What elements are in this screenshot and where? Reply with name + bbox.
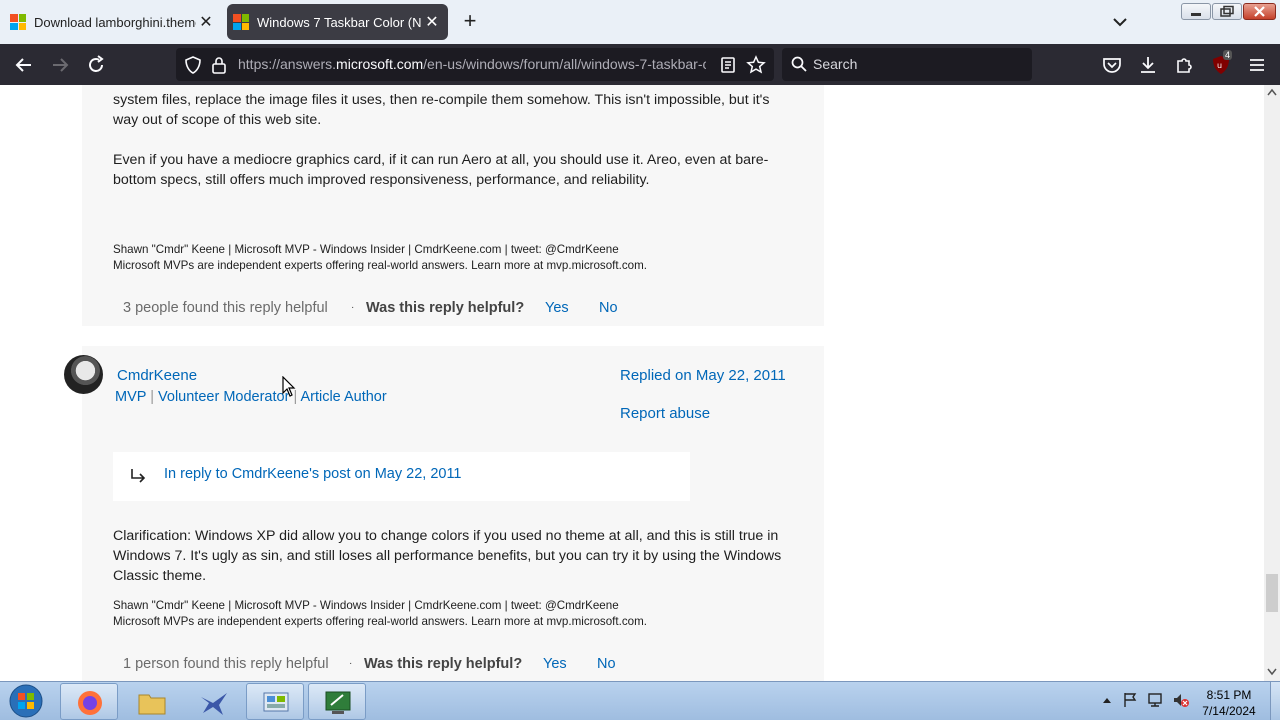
helpful-yes-button[interactable]: Yes	[545, 300, 569, 316]
reader-view-icon[interactable]	[720, 56, 736, 74]
mouse-cursor-icon	[282, 376, 296, 397]
url-domain: microsoft.com	[336, 56, 424, 72]
helpful-no-button[interactable]: No	[597, 656, 616, 672]
author-name[interactable]: CmdrKeene	[117, 367, 197, 384]
signature-line: Shawn "Cmdr" Keene | Microsoft MVP - Win…	[113, 243, 619, 256]
navigation-toolbar: https://answers.microsoft.com/en-us/wind…	[0, 44, 1280, 85]
downloads-icon[interactable]	[1136, 53, 1160, 77]
clock-date: 7/14/2024	[1202, 704, 1256, 718]
window-minimize-button[interactable]	[1181, 3, 1211, 20]
search-bar[interactable]: Search	[782, 48, 1032, 81]
tab-title: Windows 7 Taskbar Color (Not Aero)	[257, 14, 422, 30]
action-center-flag-icon[interactable]	[1122, 692, 1138, 708]
helpful-count: 1 person found this reply helpful	[123, 656, 329, 672]
tracking-protection-shield-icon[interactable]	[184, 56, 202, 74]
scroll-down-arrow-icon[interactable]	[1267, 668, 1277, 676]
list-all-tabs-chevron-icon[interactable]	[1110, 12, 1130, 32]
page-scrollbar[interactable]	[1264, 85, 1280, 681]
helpful-question: Was this reply helpful?	[366, 300, 525, 316]
taskbar-explorer-button[interactable]	[122, 683, 180, 720]
show-desktop-button[interactable]	[1270, 682, 1280, 720]
bird-app-icon	[201, 693, 227, 715]
tab-strip: Download lamborghini.themepack ✕ Windows…	[0, 0, 1280, 44]
url-prefix: https://answers.	[238, 56, 337, 72]
reply-arrow-icon	[131, 469, 146, 483]
reply-body-paragraph: Even if you have a mediocre graphics car…	[113, 152, 769, 188]
signature-line: Shawn "Cmdr" Keene | Microsoft MVP - Win…	[113, 599, 619, 612]
taskbar-personalization-button[interactable]	[308, 683, 366, 720]
pocket-icon[interactable]	[1100, 53, 1124, 77]
separator-dot: ·	[349, 658, 353, 669]
reply-body: Clarification: Windows XP did allow you …	[113, 528, 782, 584]
helpful-question: Was this reply helpful?	[364, 656, 523, 672]
hamburger-menu-icon[interactable]	[1245, 53, 1269, 77]
replied-date: Replied on May 22, 2011	[620, 367, 786, 384]
badge-separator: |	[150, 389, 154, 405]
avatar[interactable]	[64, 355, 103, 394]
reload-icon[interactable]	[84, 53, 108, 77]
forward-arrow-icon[interactable]	[48, 53, 72, 77]
network-icon[interactable]	[1146, 692, 1164, 708]
firefox-icon	[78, 691, 102, 715]
start-button[interactable]	[6, 683, 46, 720]
ublock-origin-icon[interactable]: u 4	[1210, 50, 1233, 76]
windows-taskbar: 8:51 PM 7/14/2024	[0, 681, 1280, 720]
personalization-icon	[325, 691, 351, 714]
control-panel-icon	[263, 692, 289, 712]
volume-muted-icon[interactable]	[1172, 692, 1190, 708]
url-path: /en-us/windows/forum/all/windows-7-taskb…	[423, 56, 706, 72]
tab-download-lamborghini[interactable]: Download lamborghini.themepack ✕	[4, 4, 222, 40]
window-close-button[interactable]	[1243, 3, 1276, 20]
author-badges: MVP | Volunteer Moderator | Article Auth…	[115, 389, 387, 405]
bookmark-star-icon[interactable]	[746, 55, 766, 75]
folder-icon	[138, 694, 166, 715]
taskbar-clock[interactable]: 8:51 PM 7/14/2024	[1192, 687, 1266, 719]
url-text[interactable]: https://answers.microsoft.com/en-us/wind…	[238, 56, 706, 72]
separator-dot: ·	[351, 302, 355, 313]
tab-title: Download lamborghini.themepack	[34, 14, 196, 30]
window-restore-button[interactable]	[1212, 3, 1242, 20]
back-arrow-icon[interactable]	[12, 53, 36, 77]
search-placeholder: Search	[813, 56, 858, 72]
lock-icon[interactable]	[211, 56, 227, 74]
scroll-thumb[interactable]	[1266, 574, 1278, 612]
in-reply-to-box[interactable]: In reply to CmdrKeene's post on May 22, …	[113, 452, 690, 501]
signature-line: Microsoft MVPs are independent experts o…	[113, 259, 647, 272]
helpful-no-button[interactable]: No	[599, 300, 618, 316]
url-bar[interactable]: https://answers.microsoft.com/en-us/wind…	[176, 48, 774, 81]
scroll-up-arrow-icon[interactable]	[1267, 88, 1277, 96]
show-hidden-icons-arrow-icon[interactable]	[1102, 696, 1112, 704]
badge-mvp[interactable]: MVP	[115, 389, 146, 405]
helpful-count: 3 people found this reply helpful	[123, 300, 328, 316]
search-icon	[791, 56, 807, 72]
in-reply-to-link[interactable]: In reply to CmdrKeene's post on May 22, …	[164, 466, 462, 482]
taskbar-control-panel-button[interactable]	[246, 683, 304, 720]
notification-badge: 4	[1223, 50, 1233, 60]
reply-body-paragraph: system files, replace the image files it…	[113, 92, 770, 128]
microsoft-favicon-icon	[10, 14, 26, 30]
new-tab-button[interactable]: +	[458, 10, 482, 34]
svg-text:u: u	[1217, 61, 1222, 70]
clock-time: 8:51 PM	[1206, 688, 1252, 702]
tab-close-icon[interactable]: ✕	[196, 12, 216, 32]
tab-windows7-taskbar-color[interactable]: Windows 7 Taskbar Color (Not Aero) ✕	[227, 4, 448, 40]
taskbar-bird-app-button[interactable]	[184, 683, 242, 720]
report-abuse-link[interactable]: Report abuse	[620, 405, 710, 422]
taskbar-firefox-button[interactable]	[60, 683, 118, 720]
helpful-yes-button[interactable]: Yes	[543, 656, 567, 672]
tab-close-icon[interactable]: ✕	[422, 12, 442, 32]
page-content: system files, replace the image files it…	[0, 85, 1264, 681]
signature-line: Microsoft MVPs are independent experts o…	[113, 615, 647, 628]
badge-volunteer-moderator[interactable]: Volunteer Moderator	[158, 389, 289, 405]
microsoft-favicon-icon	[233, 14, 249, 30]
extensions-puzzle-icon[interactable]	[1172, 53, 1196, 77]
badge-article-author[interactable]: Article Author	[300, 389, 386, 405]
